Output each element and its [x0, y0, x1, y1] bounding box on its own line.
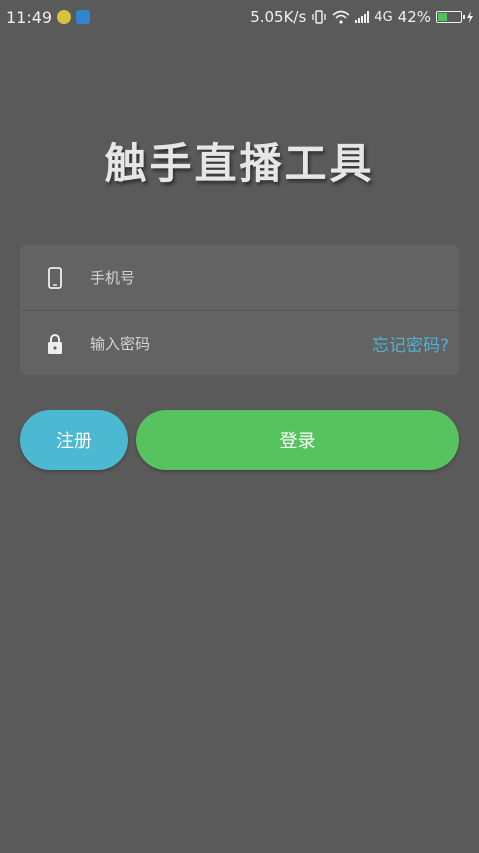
phone-row	[20, 245, 459, 310]
lock-icon	[20, 333, 90, 355]
battery-percent: 42%	[397, 8, 431, 26]
status-left: 11:49	[6, 7, 91, 27]
status-right: 5.05K/s 4G 42%	[250, 8, 473, 26]
action-buttons: 注册 登录	[20, 410, 459, 470]
app-title: 触手直播工具	[104, 139, 375, 188]
network-type: 4G	[374, 9, 393, 25]
wifi-icon	[332, 10, 350, 24]
battery-level-fill	[438, 13, 447, 21]
forgot-password-link[interactable]: 忘记密码?	[372, 331, 449, 356]
login-form: 忘记密码?	[20, 245, 459, 375]
notification-app-icon	[57, 10, 72, 24]
register-button[interactable]: 注册	[20, 410, 128, 470]
status-time: 11:49	[6, 7, 53, 27]
smartphone-icon	[20, 266, 90, 289]
charging-icon	[467, 11, 473, 23]
phone-input[interactable]	[90, 268, 459, 287]
login-button[interactable]: 登录	[136, 410, 459, 470]
signal-icon	[355, 11, 370, 23]
password-row: 忘记密码?	[20, 310, 459, 376]
status-bar: 11:49 5.05K/s 4G 42%	[0, 0, 479, 34]
net-speed: 5.05K/s	[250, 8, 307, 26]
vibrate-icon	[312, 10, 326, 24]
usb-icon	[76, 10, 91, 24]
battery-icon	[436, 11, 465, 23]
